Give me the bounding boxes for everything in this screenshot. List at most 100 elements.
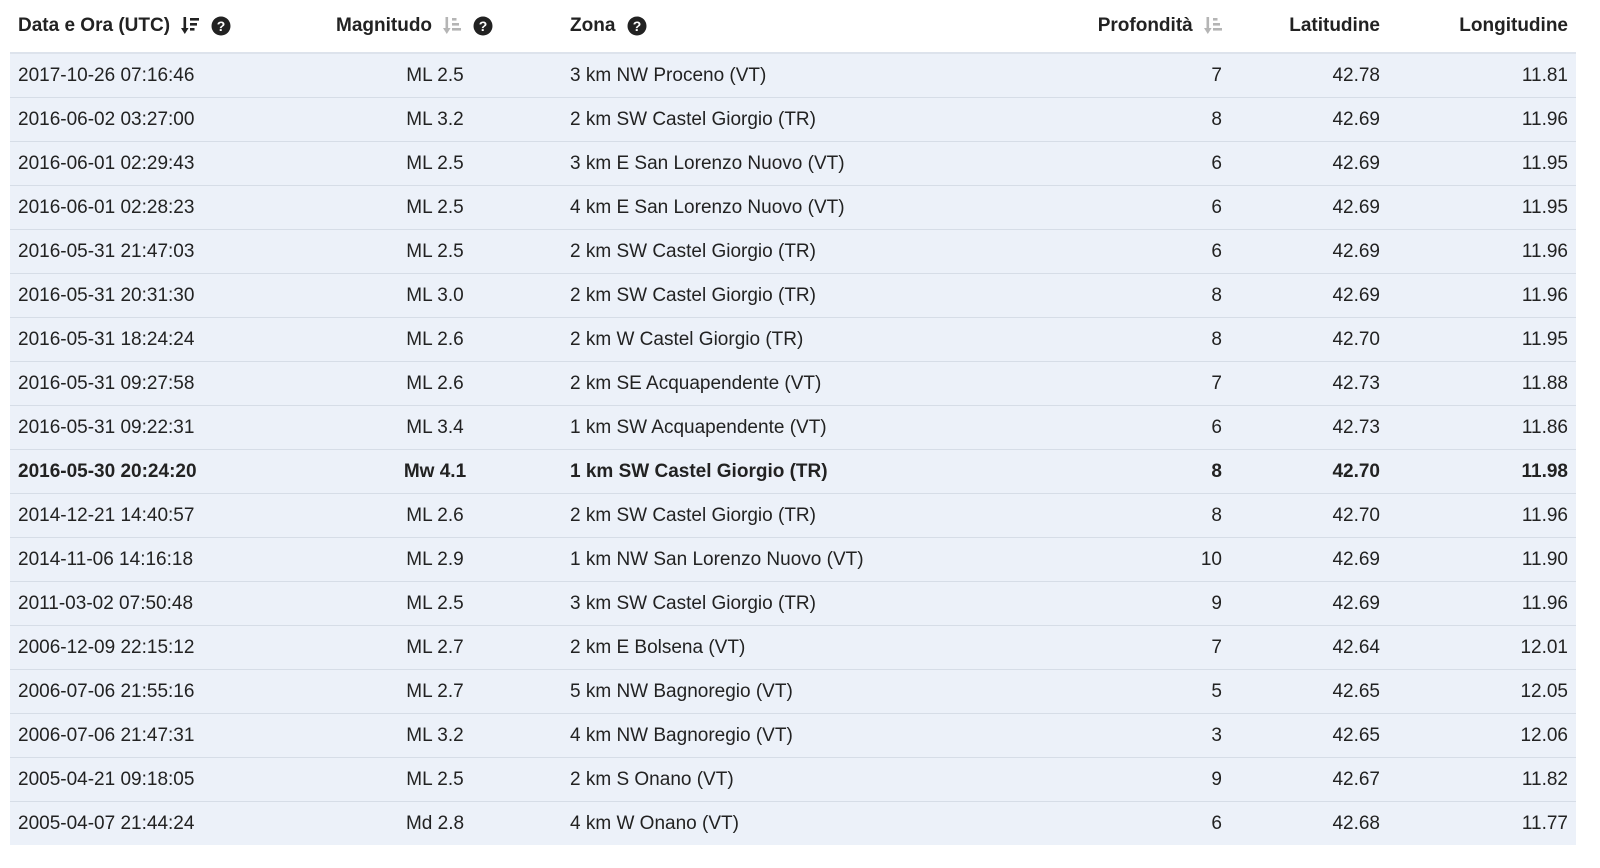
table-row[interactable]: 2011-03-02 07:50:48 ML 2.5 3 km SW Castel …: [10, 581, 1576, 626]
column-header-magnitude[interactable]: Magnitudo ?: [310, 0, 558, 54]
svg-text:?: ?: [632, 18, 641, 34]
column-header-date[interactable]: Data e Ora (UTC) ?: [10, 0, 310, 54]
cell-zone: 2 km SW Castel Giorgio (TR): [558, 273, 1038, 318]
cell-zone-text: 1 km SW Acquapendente (VT): [570, 416, 827, 438]
column-header-latitude: Latitudine: [1230, 0, 1388, 54]
cell-date-text: 2014-12-21 14:40:57: [18, 504, 195, 526]
table-row[interactable]: 2016-05-31 21:47:03 ML 2.5 2 km SW Castel …: [10, 229, 1576, 274]
cell-depth: 8: [1038, 273, 1230, 318]
table-row[interactable]: 2005-04-21 09:18:05 ML 2.5 2 km S Onano (V…: [10, 757, 1576, 802]
cell-date-text: 2017-10-26 07:16:46: [18, 64, 195, 86]
table-row[interactable]: 2014-12-21 14:40:57 ML 2.6 2 km SW Castel …: [10, 493, 1576, 538]
cell-longitude: 11.95: [1388, 141, 1576, 186]
table-row[interactable]: 2016-05-31 20:31:30 ML 3.0 2 km SW Castel …: [10, 273, 1576, 318]
table-row[interactable]: 2006-12-09 22:15:12 ML 2.7 2 km E Bolsena …: [10, 625, 1576, 670]
cell-depth-text: 5: [1211, 680, 1222, 702]
cell-latitude-text: 42.67: [1332, 768, 1380, 790]
svg-text:?: ?: [216, 18, 225, 34]
cell-magnitude-text: ML 2.6: [406, 328, 464, 350]
cell-date: 2005-04-21 09:18:05: [10, 757, 310, 802]
cell-zone-text: 1 km NW San Lorenzo Nuovo (VT): [570, 548, 864, 570]
cell-depth-text: 9: [1211, 768, 1222, 790]
cell-depth: 6: [1038, 229, 1230, 274]
cell-magnitude-text: ML 3.4: [406, 416, 464, 438]
cell-depth-text: 7: [1211, 636, 1222, 658]
question-circle-icon[interactable]: ?: [473, 16, 493, 36]
cell-depth-text: 3: [1211, 724, 1222, 746]
cell-magnitude-text: ML 2.5: [406, 152, 464, 174]
cell-magnitude: ML 2.7: [310, 669, 558, 714]
cell-magnitude: ML 2.5: [310, 581, 558, 626]
sort-inactive-icon[interactable]: [443, 16, 462, 36]
table-row[interactable]: 2017-10-26 07:16:46 ML 2.5 3 km NW Proceno…: [10, 53, 1576, 98]
column-header-depth[interactable]: Profondità: [1038, 0, 1230, 54]
cell-latitude-text: 42.69: [1332, 152, 1380, 174]
cell-depth: 6: [1038, 405, 1230, 450]
cell-zone: 2 km SW Castel Giorgio (TR): [558, 229, 1038, 274]
cell-latitude: 42.69: [1230, 581, 1388, 626]
cell-longitude: 11.88: [1388, 361, 1576, 406]
cell-longitude-text: 11.95: [1521, 196, 1568, 218]
cell-longitude: 11.86: [1388, 405, 1576, 450]
table-row[interactable]: 2016-05-31 09:27:58 ML 2.6 2 km SE Acquape…: [10, 361, 1576, 406]
cell-longitude: 11.96: [1388, 581, 1576, 626]
cell-zone: 3 km NW Proceno (VT): [558, 53, 1038, 98]
cell-longitude-text: 11.96: [1521, 108, 1568, 130]
cell-date: 2016-05-31 09:22:31: [10, 405, 310, 450]
cell-depth: 3: [1038, 713, 1230, 758]
table-row[interactable]: 2005-04-07 21:44:24 Md 2.8 4 km W Onano (V…: [10, 801, 1576, 845]
cell-zone: 1 km SW Acquapendente (VT): [558, 405, 1038, 450]
cell-zone: 2 km W Castel Giorgio (TR): [558, 317, 1038, 362]
cell-zone: 2 km SW Castel Giorgio (TR): [558, 493, 1038, 538]
cell-magnitude-text: ML 2.6: [406, 372, 464, 394]
cell-latitude: 42.69: [1230, 141, 1388, 186]
cell-depth-text: 6: [1211, 152, 1222, 174]
cell-zone: 1 km NW San Lorenzo Nuovo (VT): [558, 537, 1038, 582]
cell-longitude: 11.90: [1388, 537, 1576, 582]
cell-latitude: 42.70: [1230, 317, 1388, 362]
cell-depth-text: 8: [1211, 328, 1222, 350]
table-row[interactable]: 2016-06-01 02:28:23 ML 2.5 4 km E San Lore…: [10, 185, 1576, 230]
cell-depth-text: 6: [1211, 812, 1222, 834]
question-circle-icon[interactable]: ?: [211, 16, 231, 36]
table-row[interactable]: 2006-07-06 21:55:16 ML 2.7 5 km NW Bagnore…: [10, 669, 1576, 714]
cell-magnitude: ML 2.5: [310, 229, 558, 274]
cell-depth: 7: [1038, 361, 1230, 406]
cell-depth: 9: [1038, 581, 1230, 626]
cell-magnitude: ML 3.0: [310, 273, 558, 318]
cell-longitude-text: 11.96: [1521, 504, 1568, 526]
cell-depth-text: 8: [1211, 504, 1222, 526]
column-header-zone: Zona ?: [558, 0, 1038, 54]
cell-date-text: 2016-06-01 02:28:23: [18, 196, 195, 218]
cell-latitude-text: 42.69: [1332, 548, 1380, 570]
cell-magnitude-text: ML 2.5: [406, 592, 464, 614]
cell-latitude: 42.68: [1230, 801, 1388, 845]
cell-depth: 8: [1038, 449, 1230, 494]
cell-zone: 2 km E Bolsena (VT): [558, 625, 1038, 670]
cell-magnitude-text: ML 3.2: [406, 108, 464, 130]
table-row[interactable]: 2006-07-06 21:47:31 ML 3.2 4 km NW Bagnore…: [10, 713, 1576, 758]
cell-latitude-text: 42.69: [1332, 284, 1380, 306]
cell-longitude: 12.05: [1388, 669, 1576, 714]
sort-desc-icon[interactable]: [181, 16, 200, 36]
table-row[interactable]: 2016-05-31 09:22:31 ML 3.4 1 km SW Acquape…: [10, 405, 1576, 450]
sort-inactive-icon[interactable]: [1204, 16, 1222, 36]
cell-date: 2016-05-31 20:31:30: [10, 273, 310, 318]
table-body: 2017-10-26 07:16:46 ML 2.5 3 km NW Proceno…: [10, 53, 1576, 845]
earthquake-table-container: Data e Ora (UTC) ? Magnitudo ? Zona ? Pr…: [10, 0, 1576, 845]
cell-depth: 10: [1038, 537, 1230, 582]
cell-date: 2014-12-21 14:40:57: [10, 493, 310, 538]
cell-date-text: 2005-04-07 21:44:24: [18, 812, 195, 834]
table-row[interactable]: 2014-11-06 14:16:18 ML 2.9 1 km NW San Lor…: [10, 537, 1576, 582]
cell-latitude-text: 42.70: [1332, 504, 1380, 526]
cell-longitude-text: 12.06: [1520, 724, 1568, 746]
table-row[interactable]: 2016-05-30 20:24:20 Mw 4.1 1 km SW Castel …: [10, 449, 1576, 494]
table-row[interactable]: 2016-06-01 02:29:43 ML 2.5 3 km E San Lore…: [10, 141, 1576, 186]
cell-magnitude: Md 2.8: [310, 801, 558, 845]
table-row[interactable]: 2016-06-02 03:27:00 ML 3.2 2 km SW Castel …: [10, 97, 1576, 142]
cell-magnitude-text: ML 2.5: [406, 64, 464, 86]
question-circle-icon[interactable]: ?: [627, 16, 647, 36]
cell-latitude-text: 42.78: [1332, 64, 1380, 86]
table-row[interactable]: 2016-05-31 18:24:24 ML 2.6 2 km W Castel G…: [10, 317, 1576, 362]
cell-zone: 3 km E San Lorenzo Nuovo (VT): [558, 141, 1038, 186]
